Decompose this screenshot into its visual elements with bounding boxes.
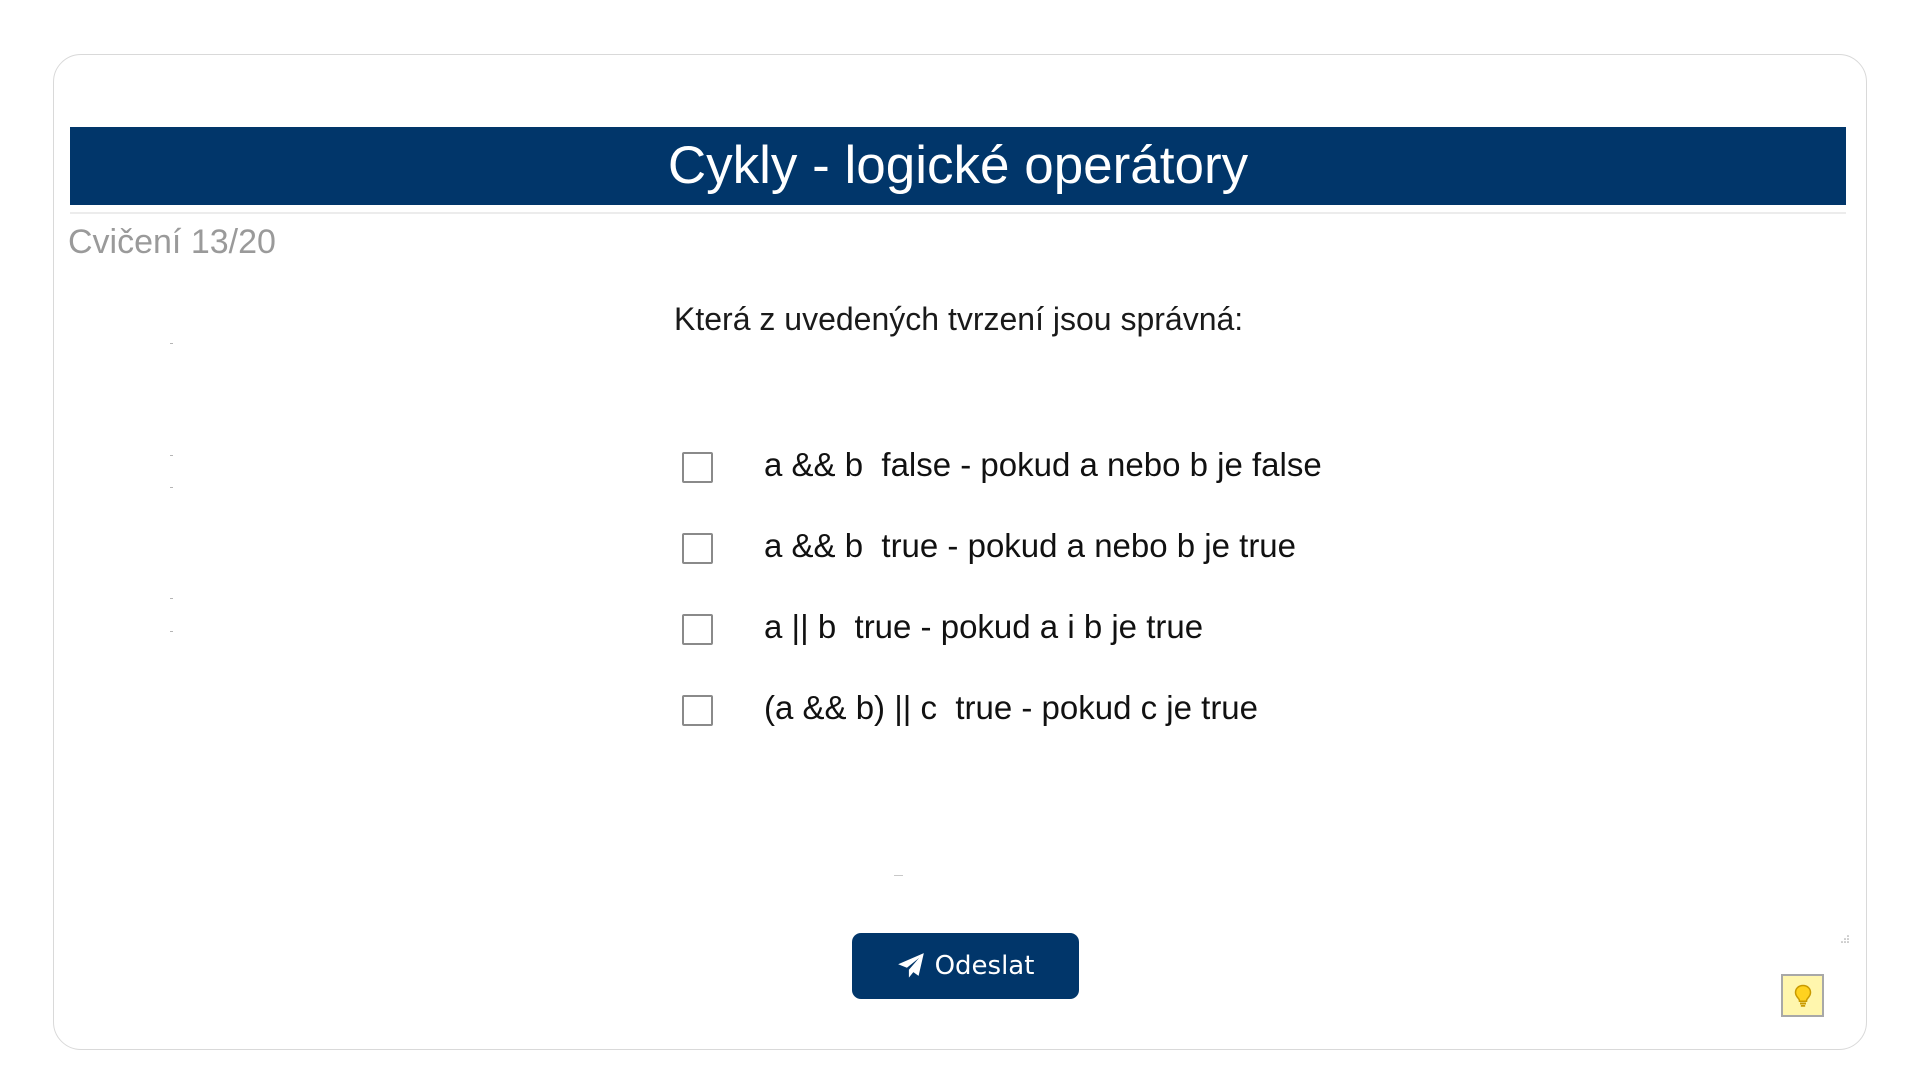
hint-button[interactable]: [1781, 974, 1824, 1017]
title-divider: [70, 212, 1846, 214]
page-title: Cykly - logické operátory: [70, 127, 1846, 205]
decorative-mark: [170, 487, 173, 488]
answer-checkbox[interactable]: [682, 695, 713, 726]
answer-checkbox[interactable]: [682, 614, 713, 645]
resize-grip-icon[interactable]: [1840, 931, 1850, 943]
answer-option-label: (a && b) || c true - pokud c je true: [764, 689, 1259, 726]
answer-checkbox[interactable]: [682, 452, 713, 483]
answer-checkbox[interactable]: [682, 533, 713, 564]
decorative-mark: [894, 875, 903, 876]
question-text: Která z uvedených tvrzení jsou správná:: [674, 301, 1244, 337]
paper-plane-icon: [897, 952, 925, 980]
submit-button-label: Odeslat: [934, 951, 1035, 981]
answer-option-label: a && b true - pokud a nebo b je true: [764, 527, 1297, 564]
answer-option-label: a && b false - pokud a nebo b je false: [764, 446, 1322, 483]
exercise-counter: Cvičení 13/20: [68, 223, 276, 261]
decorative-mark: [170, 631, 173, 632]
lightbulb-icon: [1793, 984, 1813, 1008]
exercise-card: Cykly - logické operátory Cvičení 13/20 …: [53, 54, 1867, 1050]
decorative-mark: [170, 455, 173, 456]
submit-button[interactable]: Odeslat: [852, 933, 1079, 999]
decorative-mark: [170, 598, 173, 599]
decorative-mark: [170, 343, 173, 344]
answer-option-label: a || b true - pokud a i b je true: [764, 608, 1204, 645]
